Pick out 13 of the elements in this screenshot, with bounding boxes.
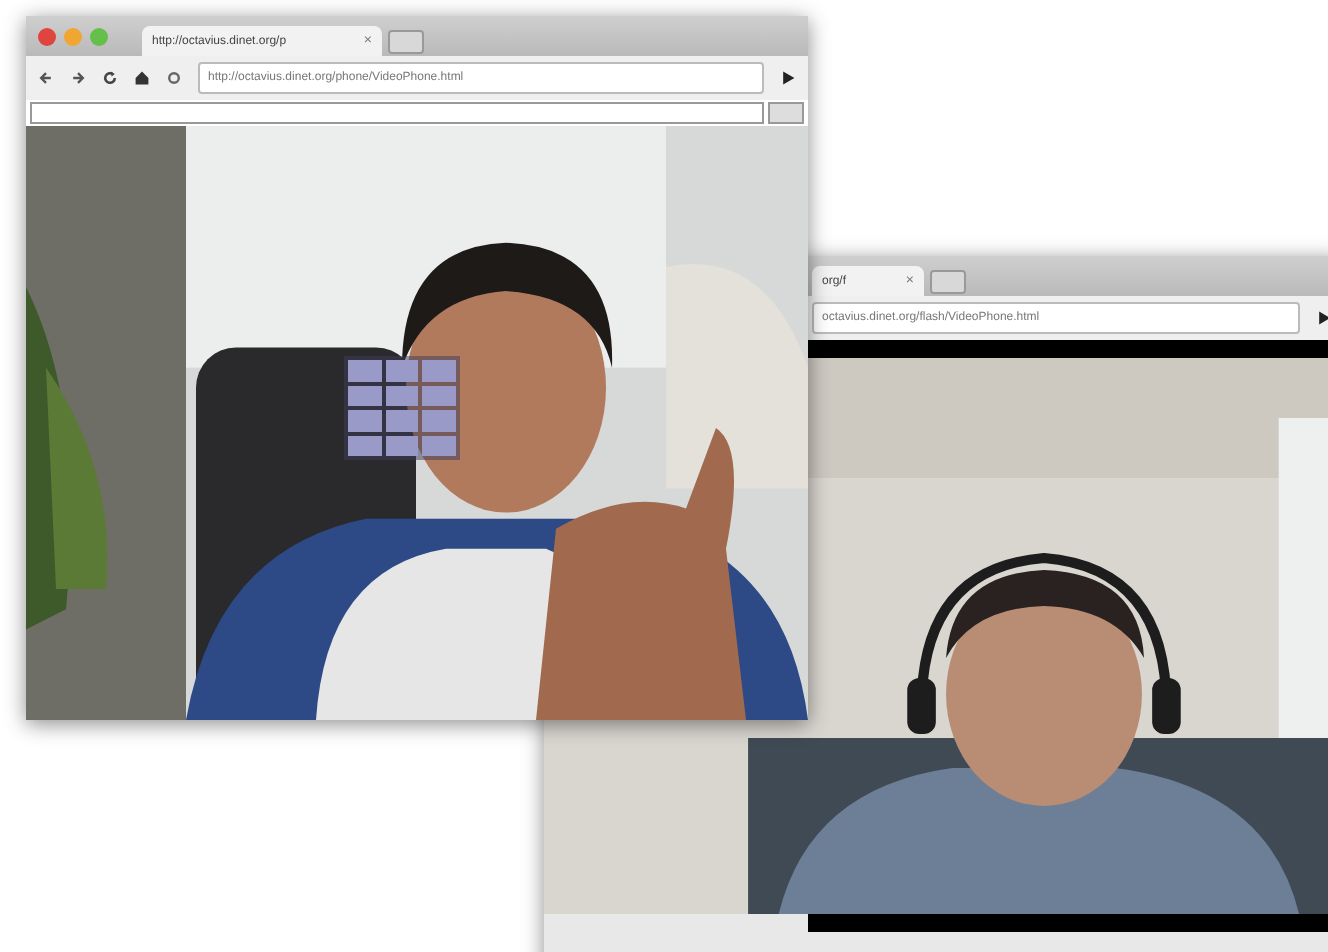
play-icon[interactable] xyxy=(780,70,796,86)
play-icon[interactable] xyxy=(1316,310,1328,326)
reload-icon[interactable] xyxy=(102,70,118,86)
keypad-key[interactable] xyxy=(385,410,419,431)
keypad-key[interactable] xyxy=(348,385,382,406)
keypad-key[interactable] xyxy=(385,360,419,381)
input-field[interactable] xyxy=(30,102,764,124)
keypad-key[interactable] xyxy=(348,435,382,456)
gear-icon[interactable] xyxy=(166,70,182,86)
back-icon[interactable] xyxy=(38,70,54,86)
home-icon[interactable] xyxy=(134,70,150,86)
forward-icon[interactable] xyxy=(70,70,86,86)
close-icon[interactable] xyxy=(38,27,56,45)
